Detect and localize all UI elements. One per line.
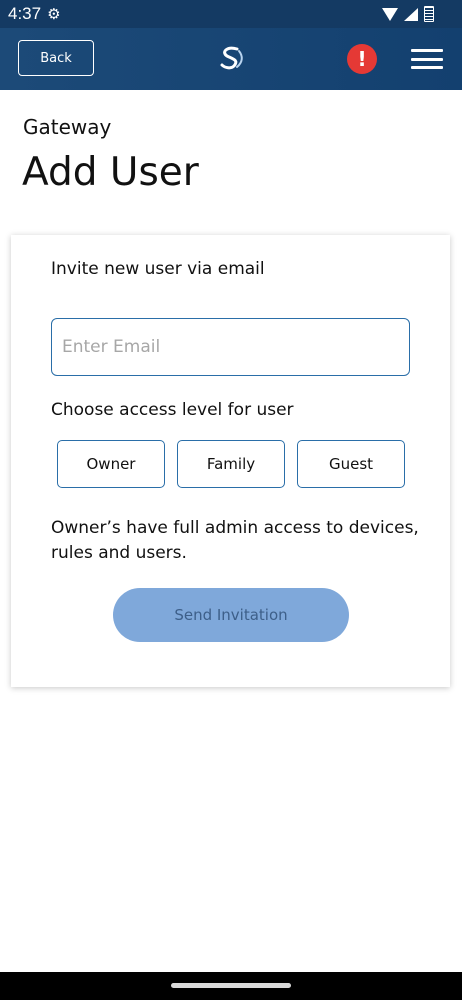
gear-icon: ⚙ <box>47 5 61 23</box>
access-description: Owner’s have full admin access to device… <box>51 518 419 563</box>
add-user-card: Invite new user via email Choose access … <box>11 235 450 687</box>
access-guest-button[interactable]: Guest <box>297 440 405 488</box>
menu-line <box>411 49 443 52</box>
system-nav-bar <box>0 972 462 1000</box>
page-title: Add User <box>22 150 199 195</box>
access-owner-button[interactable]: Owner <box>57 440 165 488</box>
alert-icon[interactable]: ! <box>347 44 377 74</box>
back-button[interactable]: Back <box>18 40 94 76</box>
status-right <box>382 6 454 22</box>
battery-icon <box>424 6 434 22</box>
menu-line <box>411 66 443 69</box>
wifi-icon <box>382 7 398 21</box>
menu-line <box>411 57 443 61</box>
access-family-button[interactable]: Family <box>177 440 285 488</box>
hamburger-menu-icon[interactable] <box>411 49 443 69</box>
home-indicator[interactable] <box>171 983 291 988</box>
send-invitation-button[interactable]: Send Invitation <box>113 588 349 642</box>
status-time: 4:37 <box>8 4 42 23</box>
brand-logo <box>220 46 243 70</box>
email-field[interactable] <box>51 318 410 376</box>
access-level-label: Choose access level for user <box>51 400 294 420</box>
invite-label: Invite new user via email <box>51 259 265 279</box>
app-header: Back ! <box>0 28 462 90</box>
page-subtitle: Gateway <box>23 115 112 139</box>
status-bar: 4:37 ⚙ <box>0 0 462 28</box>
status-left: 4:37 ⚙ <box>8 4 61 24</box>
signal-icon <box>404 7 418 21</box>
